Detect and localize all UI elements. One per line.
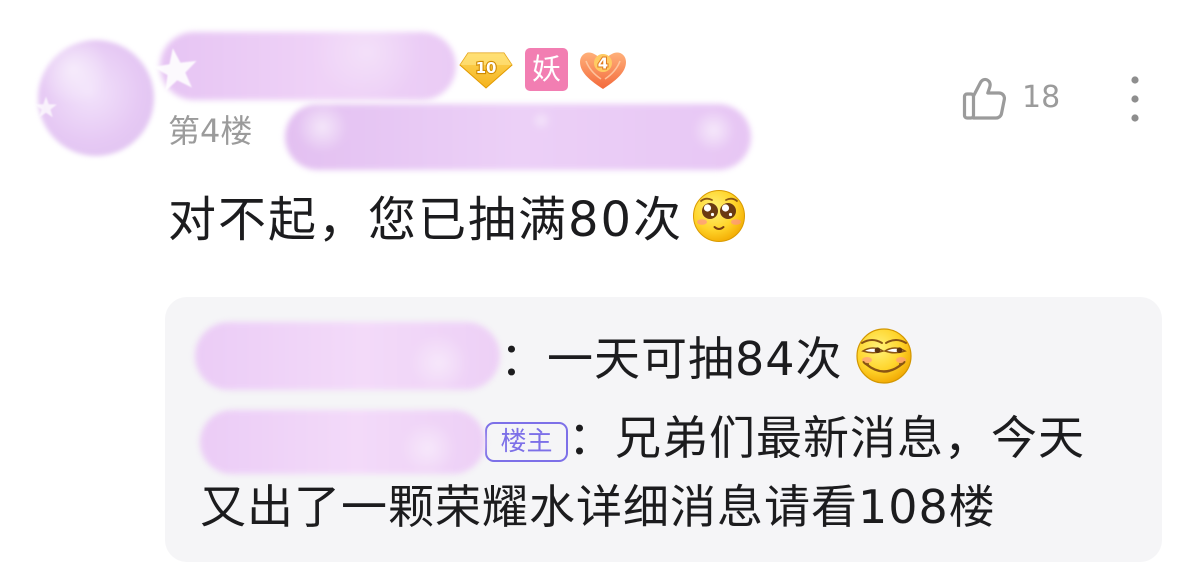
title-badge[interactable]: 妖: [525, 48, 568, 91]
reply-item[interactable]: 楼主 ：兄弟们最新消息，今天 又出了一颗荣耀水详细消息请看108楼: [200, 405, 1130, 540]
reply-item[interactable]: ： 一天可抽84次: [195, 322, 913, 390]
smug-face-emoji-icon: [855, 328, 912, 384]
reply-author-redacted[interactable]: [195, 322, 500, 390]
reply-text: 又出了一颗荣耀水详细消息请看108楼: [200, 479, 996, 534]
thumbs-up-icon: [962, 77, 1006, 120]
reply-line: 又出了一颗荣耀水详细消息请看108楼: [200, 474, 1130, 540]
like-button[interactable]: 18: [962, 74, 1060, 122]
op-badge: 楼主: [485, 421, 568, 462]
level-badge-number: 10: [476, 59, 497, 77]
reply-line: 楼主 ：兄弟们最新消息，今天: [200, 405, 1130, 474]
post-content: 对不起，您已抽满80次: [168, 183, 747, 248]
star-decoration-icon: [35, 96, 57, 118]
username-redacted[interactable]: [160, 32, 456, 100]
more-vertical-icon: [1131, 76, 1139, 122]
reply-text: 兄弟们最新消息，今天: [615, 411, 1085, 465]
reply-author-redacted[interactable]: [200, 409, 485, 474]
reply-separator: ：: [568, 411, 615, 465]
pleading-face-emoji-icon: [693, 190, 746, 242]
more-options-button[interactable]: [1120, 72, 1150, 126]
reply-text: 一天可抽84次: [547, 332, 843, 386]
post-card: 10 妖 4 第4楼 18 对不起，您已抽满80次 ： 一天可抽84次 楼主 ：…: [0, 0, 1200, 587]
level-diamond-icon[interactable]: 10: [459, 50, 513, 90]
like-count: 18: [1022, 80, 1061, 115]
post-content-text: 对不起，您已抽满80次: [168, 192, 684, 248]
post-meta-redacted: [285, 104, 751, 170]
star-decoration-icon: [153, 48, 197, 92]
reply-panel[interactable]: ： 一天可抽84次 楼主 ：兄弟们最新消息，今天 又出了一颗荣耀水详细消息请看1…: [165, 297, 1162, 562]
fan-level-heart-icon[interactable]: 4: [577, 47, 629, 91]
reply-separator: ：: [500, 332, 547, 386]
floor-label: 第4楼: [168, 112, 253, 150]
title-badge-text: 妖: [531, 52, 561, 86]
fan-level-number: 4: [598, 55, 608, 73]
